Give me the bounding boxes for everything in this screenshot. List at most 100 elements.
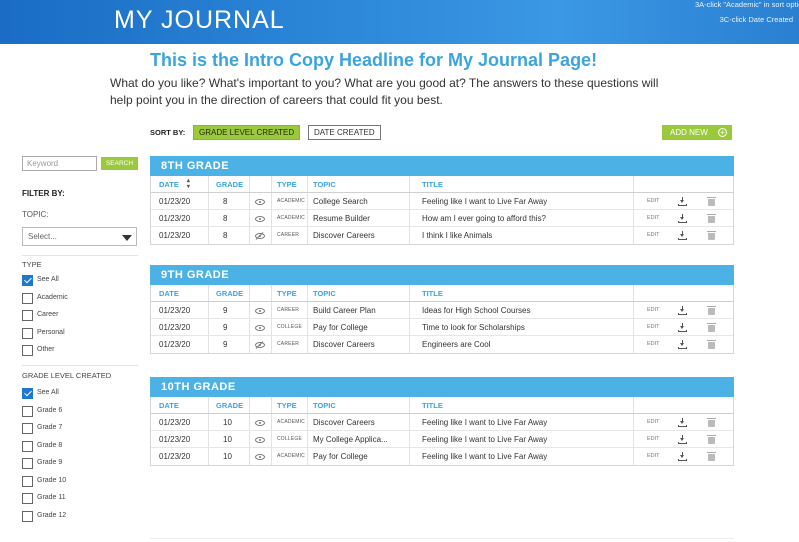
sort-arrows-icon[interactable]: ▴ ▾ xyxy=(187,178,190,190)
add-new-button[interactable]: ADD NEW + xyxy=(662,125,732,140)
column-header-title[interactable]: TITLE xyxy=(422,285,443,302)
table-row[interactable]: 01/23/20 8 ACADEMIC Resume Builder How am I … xyxy=(151,210,733,227)
row-date: 01/23/20 xyxy=(159,435,191,444)
column-header-type[interactable]: TYPE xyxy=(277,176,297,193)
column-header-topic[interactable]: TOPIC xyxy=(313,397,336,414)
trash-icon[interactable] xyxy=(707,197,716,206)
topic-select-value: Select... xyxy=(28,232,57,241)
edit-link[interactable]: EDIT xyxy=(647,319,660,336)
column-header-type[interactable]: TYPE xyxy=(277,285,297,302)
grade-filter-label: GRADE LEVEL CREATED xyxy=(22,371,112,380)
checkbox[interactable] xyxy=(22,475,33,487)
checkbox[interactable] xyxy=(22,327,33,339)
eye-icon[interactable] xyxy=(255,420,265,426)
eye-icon[interactable] xyxy=(255,325,265,331)
download-icon[interactable] xyxy=(678,306,687,315)
checkbox[interactable] xyxy=(22,275,33,286)
download-icon[interactable] xyxy=(678,340,687,349)
table-row[interactable]: 01/23/20 10 ACADEMIC Discover Careers Feelin… xyxy=(151,414,733,431)
trash-icon[interactable] xyxy=(707,306,716,315)
row-grade: 10 xyxy=(223,435,232,444)
column-header-grade[interactable]: GRADE xyxy=(216,285,243,302)
edit-link[interactable]: EDIT xyxy=(647,431,660,448)
trash-icon[interactable] xyxy=(707,435,716,444)
checkbox[interactable] xyxy=(22,440,33,452)
search-button[interactable]: SEARCH xyxy=(101,157,138,170)
column-header-topic[interactable]: TOPIC xyxy=(313,176,336,193)
topic-select[interactable]: Select... xyxy=(22,227,137,246)
column-header-grade[interactable]: GRADE xyxy=(216,176,243,193)
checkbox[interactable] xyxy=(22,310,33,321)
edit-link[interactable]: EDIT xyxy=(647,193,660,210)
checkbox[interactable] xyxy=(22,345,33,356)
download-icon[interactable] xyxy=(678,452,687,461)
sort-date-created-button[interactable]: DATE CREATED xyxy=(308,125,381,140)
edit-link[interactable]: EDIT xyxy=(647,302,660,319)
type-filter-option-label: Personal xyxy=(37,328,65,336)
download-icon[interactable] xyxy=(678,214,687,223)
trash-icon[interactable] xyxy=(707,231,716,240)
column-divider xyxy=(208,193,209,209)
keyword-search-input[interactable] xyxy=(22,156,97,171)
column-divider xyxy=(409,193,410,209)
checkbox[interactable] xyxy=(22,405,33,417)
row-date: 01/23/20 xyxy=(159,340,191,349)
row-title: Ideas for High School Courses xyxy=(422,306,531,315)
column-divider xyxy=(409,302,410,318)
eye-icon[interactable] xyxy=(255,308,265,314)
edit-link[interactable]: EDIT xyxy=(647,414,660,431)
grade-filter-option-label: See All xyxy=(37,389,59,396)
edit-link[interactable]: EDIT xyxy=(647,336,660,353)
trash-icon[interactable] xyxy=(707,323,716,332)
column-header-grade[interactable]: GRADE xyxy=(216,397,243,414)
column-header-date[interactable]: DATE xyxy=(159,397,179,414)
row-title: Feeling like I want to Live Far Away xyxy=(422,452,548,461)
edit-link[interactable]: EDIT xyxy=(647,210,660,227)
trash-icon[interactable] xyxy=(707,214,716,223)
checkbox[interactable] xyxy=(22,292,33,304)
column-header-date[interactable]: DATE ▴ ▾ xyxy=(159,176,190,193)
column-divider xyxy=(249,319,250,335)
column-header-title[interactable]: TITLE xyxy=(422,176,443,193)
column-divider xyxy=(633,210,634,226)
download-icon[interactable] xyxy=(678,323,687,332)
column-divider xyxy=(633,176,634,192)
download-icon[interactable] xyxy=(678,197,687,206)
row-grade: 9 xyxy=(223,323,228,332)
trash-icon[interactable] xyxy=(707,340,716,349)
divider xyxy=(22,365,138,366)
column-header-date[interactable]: DATE xyxy=(159,285,179,302)
table-row[interactable]: 01/23/20 10 COLLEGE My College Applica... Fe… xyxy=(151,431,733,448)
trash-icon[interactable] xyxy=(707,418,716,427)
row-grade: 8 xyxy=(223,214,228,223)
eye-off-icon[interactable] xyxy=(255,233,265,239)
table-row[interactable]: 01/23/20 9 CAREER Build Career Plan Ideas fo… xyxy=(151,302,733,319)
eye-off-icon[interactable] xyxy=(255,342,265,348)
download-icon[interactable] xyxy=(678,418,687,427)
sort-grade-level-button[interactable]: GRADE LEVEL CREATED xyxy=(193,125,301,140)
caret-down-icon xyxy=(122,235,132,241)
grade-filter-option-label: Grade 7 xyxy=(37,424,63,431)
download-icon[interactable] xyxy=(678,231,687,240)
column-header-title[interactable]: TITLE xyxy=(422,397,443,414)
download-icon[interactable] xyxy=(678,435,687,444)
table-row[interactable]: 01/23/20 10 ACADEMIC Pay for College Feeling… xyxy=(151,448,733,465)
table-row[interactable]: 01/23/20 8 ACADEMIC College Search Feeling l… xyxy=(151,193,733,210)
table-row[interactable]: 01/23/20 9 COLLEGE Pay for College Time to l… xyxy=(151,319,733,336)
eye-icon[interactable] xyxy=(255,216,265,222)
trash-icon[interactable] xyxy=(707,452,716,461)
eye-icon[interactable] xyxy=(255,437,265,443)
checkbox[interactable] xyxy=(22,493,33,504)
checkbox[interactable] xyxy=(22,510,33,522)
checkbox[interactable] xyxy=(22,423,33,434)
edit-link[interactable]: EDIT xyxy=(647,448,660,465)
checkbox[interactable] xyxy=(22,458,33,469)
table-row[interactable]: 01/23/20 9 CAREER Discover Careers Engineers… xyxy=(151,336,733,353)
column-header-type[interactable]: TYPE xyxy=(277,397,297,414)
eye-icon[interactable] xyxy=(255,454,265,460)
column-header-topic[interactable]: TOPIC xyxy=(313,285,336,302)
table-row[interactable]: 01/23/20 8 CAREER Discover Careers I think I… xyxy=(151,227,733,244)
eye-icon[interactable] xyxy=(255,199,265,205)
edit-link[interactable]: EDIT xyxy=(647,227,660,244)
checkbox[interactable] xyxy=(22,388,33,399)
